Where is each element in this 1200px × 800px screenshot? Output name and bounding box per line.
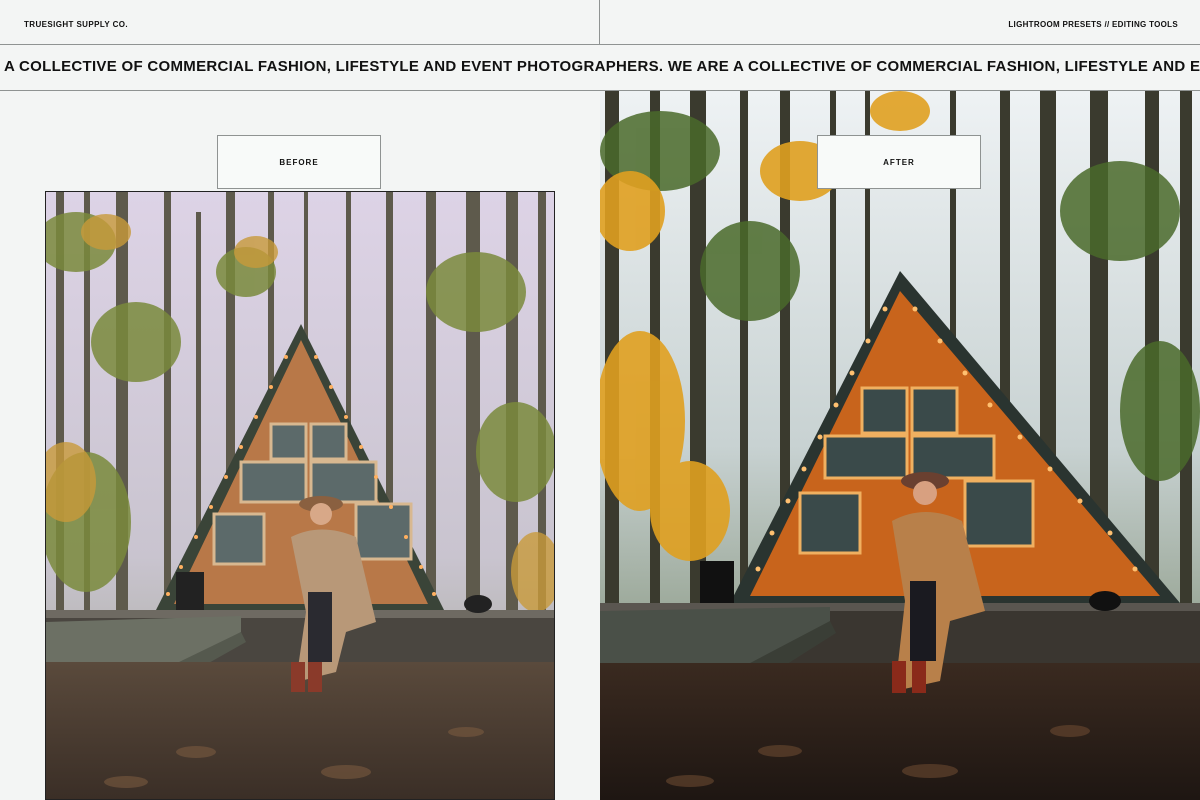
before-label-text: BEFORE (279, 157, 319, 167)
after-panel: AFTER (600, 91, 1200, 800)
marquee-text: A COLLECTIVE OF COMMERCIAL FASHION, LIFE… (4, 58, 1200, 75)
top-bar: TRUESIGHT SUPPLY CO. LIGHTROOM PRESETS /… (0, 0, 1200, 45)
marquee-banner: A COLLECTIVE OF COMMERCIAL FASHION, LIFE… (0, 45, 1200, 91)
after-label: AFTER (817, 135, 981, 189)
after-label-text: AFTER (883, 157, 915, 167)
brand-name[interactable]: TRUESIGHT SUPPLY CO. (24, 20, 128, 29)
header-divider (599, 0, 600, 44)
before-photo (45, 191, 555, 800)
header-tools-link[interactable]: LIGHTROOM PRESETS // EDITING TOOLS (1008, 20, 1178, 29)
before-label: BEFORE (217, 135, 381, 189)
photo-icon (46, 192, 554, 799)
photo-icon (600, 91, 1200, 800)
before-panel: BEFORE (0, 91, 600, 800)
